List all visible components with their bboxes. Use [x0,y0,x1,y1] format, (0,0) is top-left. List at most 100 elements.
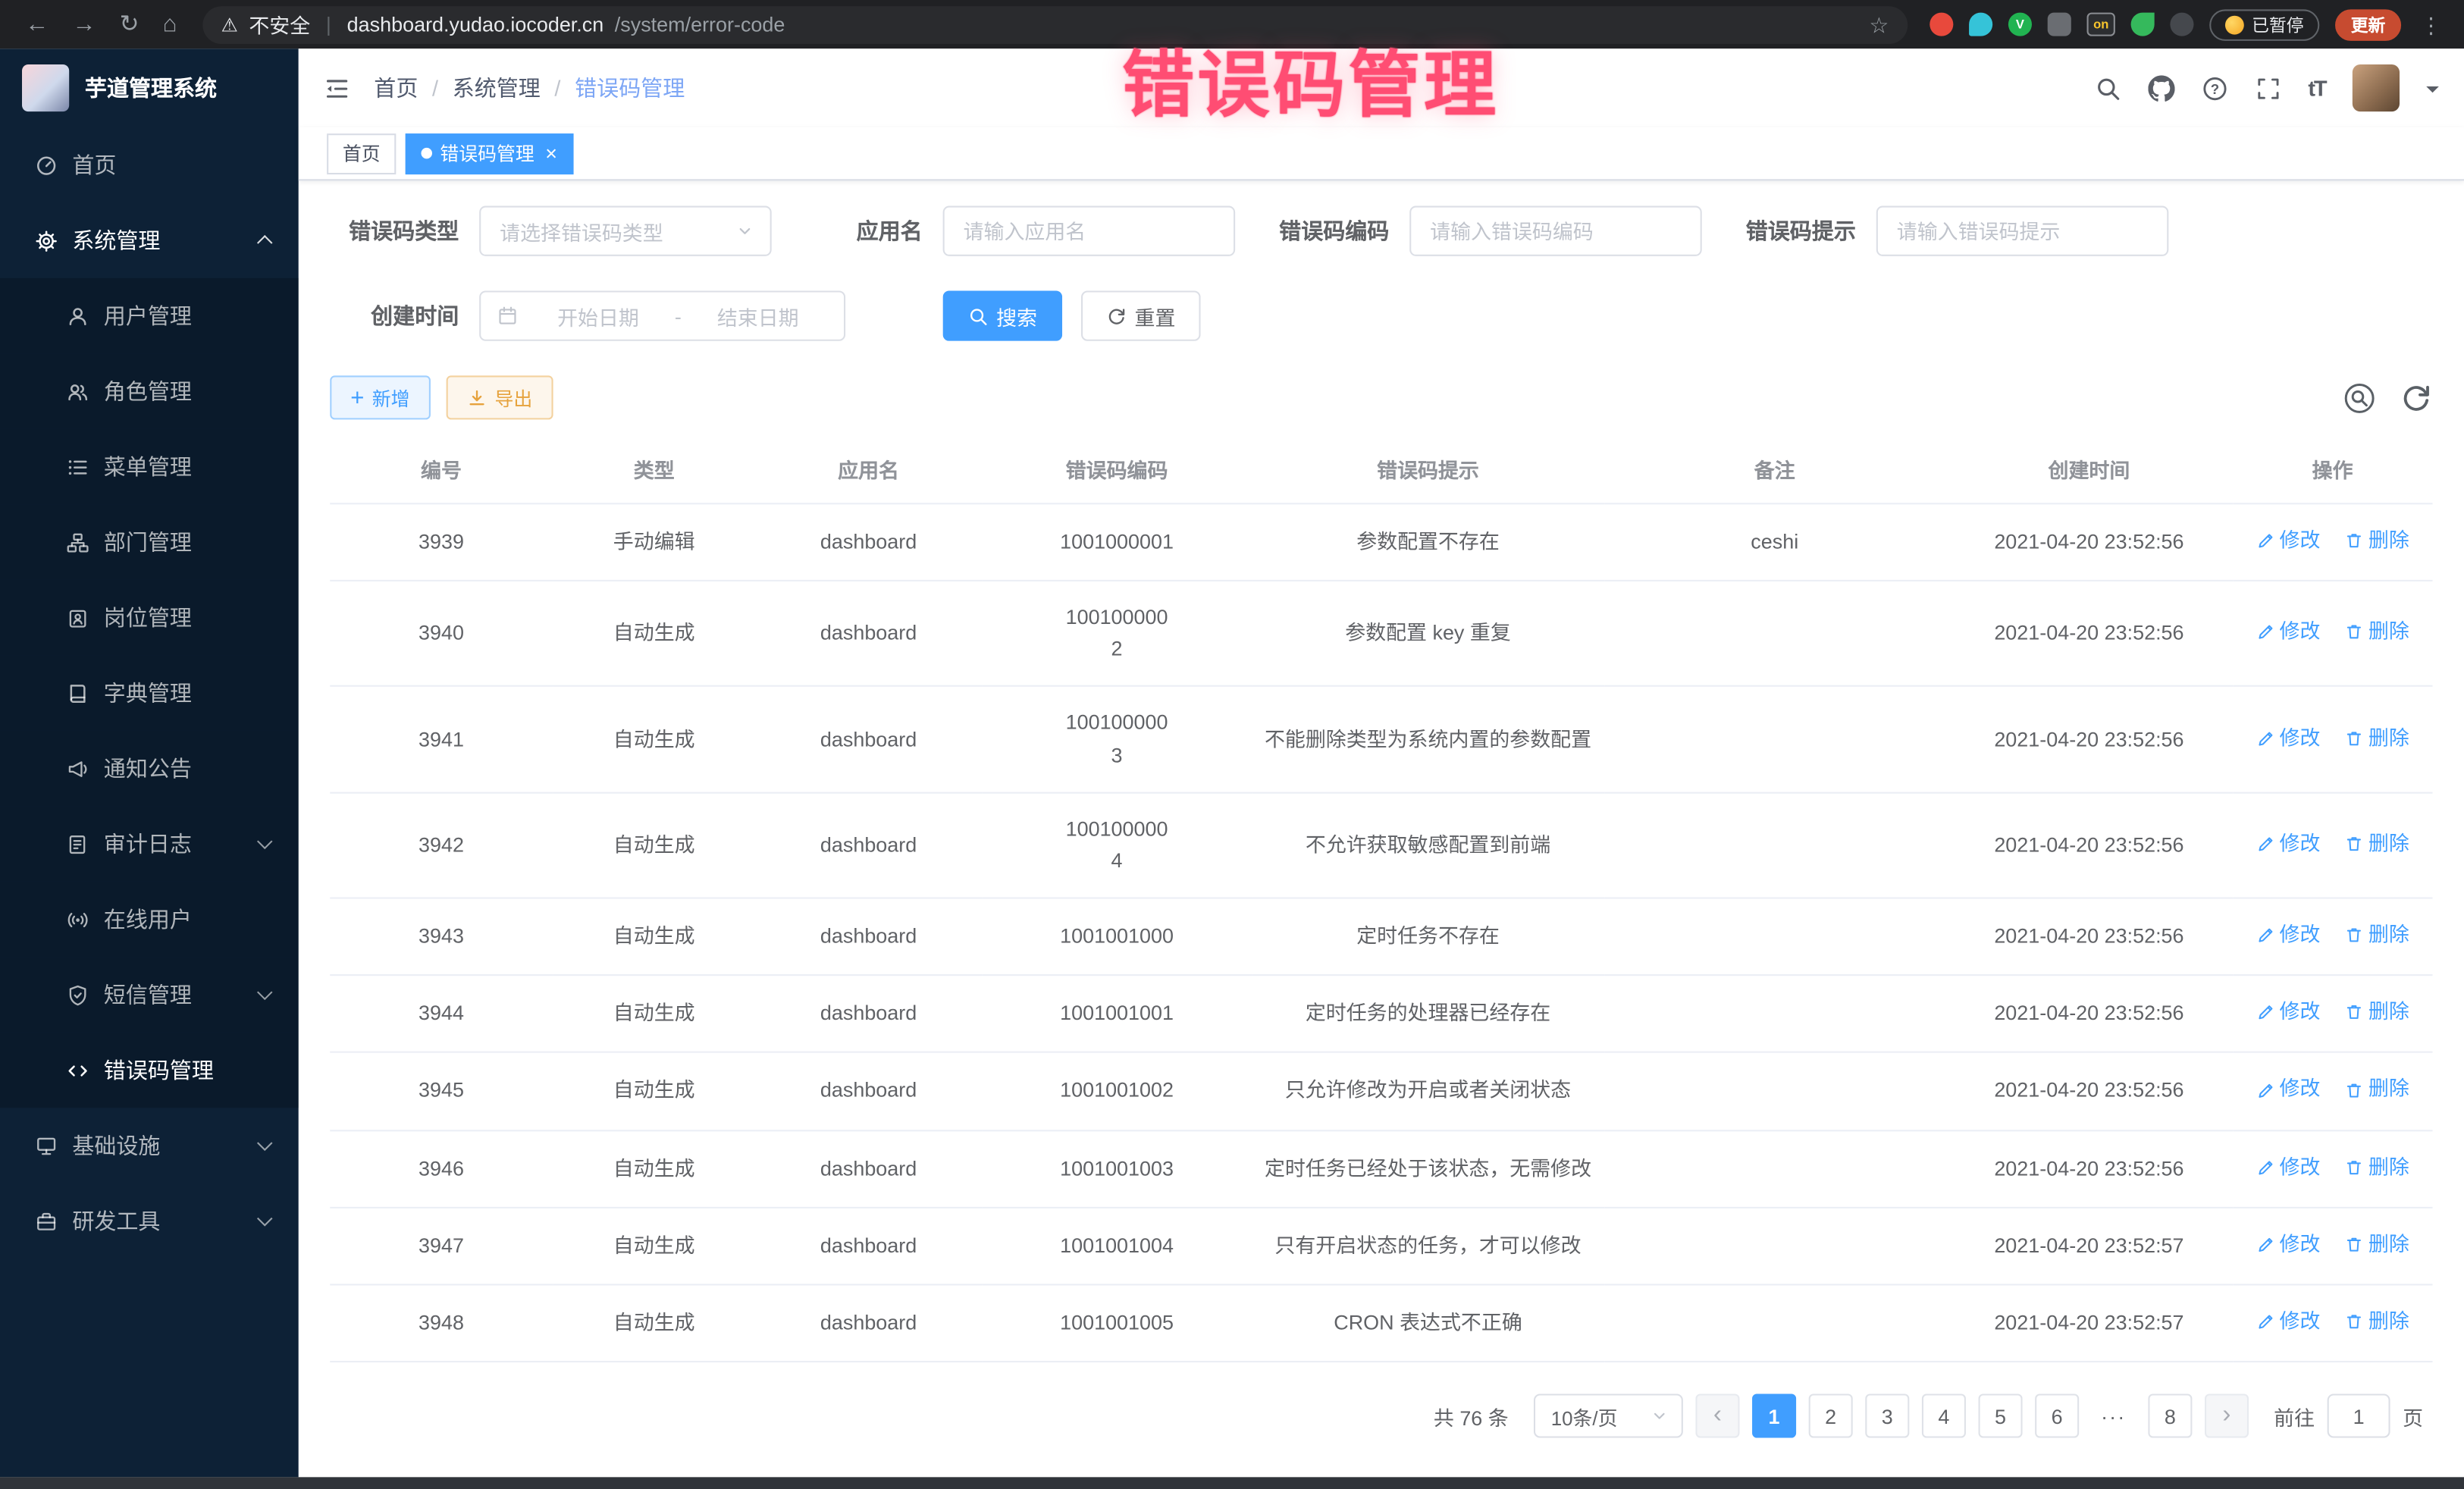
date-range-picker[interactable]: 开始日期 - 结束日期 [479,290,845,340]
edit-link[interactable]: 修改 [2256,525,2320,556]
edit-link[interactable]: 修改 [2256,997,2320,1029]
sidebar-item[interactable]: 字典管理 [0,655,299,730]
logo[interactable]: 芋道管理系统 [0,49,299,127]
delete-link[interactable]: 删除 [2345,525,2409,556]
sidebar-item[interactable]: 用户管理 [0,278,299,353]
breadcrumb-item[interactable]: 首页 [374,72,418,103]
sidebar-item-icon [66,455,89,478]
breadcrumb-item[interactable]: 系统管理 [453,72,541,103]
ext-drop-icon[interactable] [1969,13,1992,36]
sidebar-item[interactable]: 角色管理 [0,353,299,428]
show-search-toggle-button[interactable] [2343,381,2376,415]
edit-link[interactable]: 修改 [2256,1229,2320,1261]
sidebar-item[interactable]: 审计日志 [0,806,299,881]
edit-link[interactable]: 修改 [2256,1306,2320,1338]
search-icon[interactable] [2094,74,2121,101]
search-button[interactable]: 搜索 [943,290,1063,340]
menu-fold-icon[interactable] [324,74,350,101]
page-button[interactable]: 6 [2035,1394,2079,1438]
error-code-input[interactable] [1409,206,1702,256]
cell-type: 自动生成 [553,581,756,686]
tab[interactable]: 错误码管理 × [406,133,573,174]
forward-icon[interactable]: → [72,13,96,36]
user-avatar[interactable] [2353,64,2400,111]
cell-app: dashboard [756,792,982,898]
sidebar-item[interactable]: 系统管理 [0,202,299,277]
delete-link[interactable]: 删除 [2345,997,2409,1029]
ext-red-icon[interactable] [1930,13,1953,36]
delete-link[interactable]: 删除 [2345,1306,2409,1338]
page-button[interactable]: 8 [2148,1394,2192,1438]
sidebar-item[interactable]: 部门管理 [0,504,299,579]
fullscreen-icon[interactable] [2255,74,2281,101]
cell-created: 2021-04-20 23:52:56 [1945,687,2233,792]
update-button[interactable]: 更新 [2335,8,2401,39]
delete-link[interactable]: 删除 [2345,722,2409,754]
sidebar-item[interactable]: 首页 [0,127,299,202]
page-button[interactable]: 5 [1978,1394,2022,1438]
edit-link-label: 修改 [2280,828,2321,860]
error-type-select[interactable]: 请选择错误码类型 [479,206,772,256]
sidebar-item[interactable]: 菜单管理 [0,429,299,504]
tab[interactable]: 首页 [327,133,396,174]
ext-on-icon[interactable]: on [2087,13,2115,36]
export-button[interactable]: 导出 [446,375,553,419]
home-icon[interactable]: ⌂ [163,13,177,36]
sidebar-item-label: 基础设施 [72,1130,245,1161]
address-bar[interactable]: ⚠ 不安全 | dashboard.yudao.iocoder.cn/syste… [202,5,1908,43]
reload-icon[interactable]: ↻ [120,13,140,36]
extensions-puzzle-icon[interactable] [2048,13,2071,36]
delete-link[interactable]: 删除 [2345,1152,2409,1183]
delete-link-label: 删除 [2368,1152,2409,1183]
page-button[interactable]: 2 [1809,1394,1853,1438]
sidebar-item[interactable]: 短信管理 [0,957,299,1032]
ext-v-icon[interactable]: V [2008,13,2032,36]
reset-button[interactable]: 重置 [1081,290,1201,340]
table-row: 3948 自动生成 dashboard 1001001005 CRON 表达式不… [330,1285,2432,1362]
cell-remark: ceshi [1603,503,1945,581]
sidebar-item[interactable]: 基础设施 [0,1108,299,1183]
sidebar-item[interactable]: 在线用户 [0,882,299,957]
delete-link[interactable]: 删除 [2345,1229,2409,1261]
page-size-select[interactable]: 10条/页 [1534,1394,1683,1438]
sidebar-item[interactable]: 错误码管理 [0,1033,299,1108]
edit-link[interactable]: 修改 [2256,920,2320,951]
delete-link[interactable]: 删除 [2345,1074,2409,1106]
cell-created: 2021-04-20 23:52:56 [1945,898,2233,976]
error-msg-input[interactable] [1876,206,2169,256]
browser-menu-icon[interactable]: ⋮ [2420,14,2442,36]
github-icon[interactable] [2148,74,2174,101]
app-name-input[interactable] [943,206,1236,256]
edit-link[interactable]: 修改 [2256,1074,2320,1106]
help-icon[interactable] [2201,74,2227,101]
refresh-table-button[interactable] [2400,381,2433,415]
delete-link[interactable]: 删除 [2345,828,2409,860]
goto-page-input[interactable] [2328,1394,2390,1438]
add-button[interactable]: + 新增 [330,375,430,419]
sidebar-item[interactable]: 研发工具 [0,1183,299,1259]
font-size-icon[interactable]: tT [2308,75,2325,100]
edit-link[interactable]: 修改 [2256,1152,2320,1183]
sidebar-item[interactable]: 通知公告 [0,731,299,806]
bookmark-star-icon[interactable]: ☆ [1869,14,1889,36]
edit-link[interactable]: 修改 [2256,722,2320,754]
ext-leaf-icon[interactable] [2131,13,2155,36]
sidebar-item-icon [66,531,89,554]
avatar-caret-icon[interactable] [2426,86,2439,99]
back-icon[interactable]: ← [25,13,49,36]
page-button[interactable]: 1 [1752,1394,1796,1438]
delete-link[interactable]: 删除 [2345,920,2409,951]
paused-badge[interactable]: 已暂停 [2209,8,2319,39]
page-button[interactable]: 3 [1865,1394,1909,1438]
sidebar-item[interactable]: 岗位管理 [0,580,299,655]
edit-link[interactable]: 修改 [2256,828,2320,860]
page-button[interactable]: 4 [1922,1394,1966,1438]
ext-pin-icon[interactable] [2170,13,2193,36]
next-page-button[interactable]: › [2205,1394,2249,1438]
breadcrumb-item[interactable]: 错误码管理 [575,72,685,103]
delete-link[interactable]: 删除 [2345,616,2409,648]
page-button[interactable]: ··· [2092,1394,2136,1438]
prev-page-button[interactable]: ‹ [1695,1394,1739,1438]
edit-link[interactable]: 修改 [2256,616,2320,648]
tab-close-icon[interactable]: × [545,142,557,165]
